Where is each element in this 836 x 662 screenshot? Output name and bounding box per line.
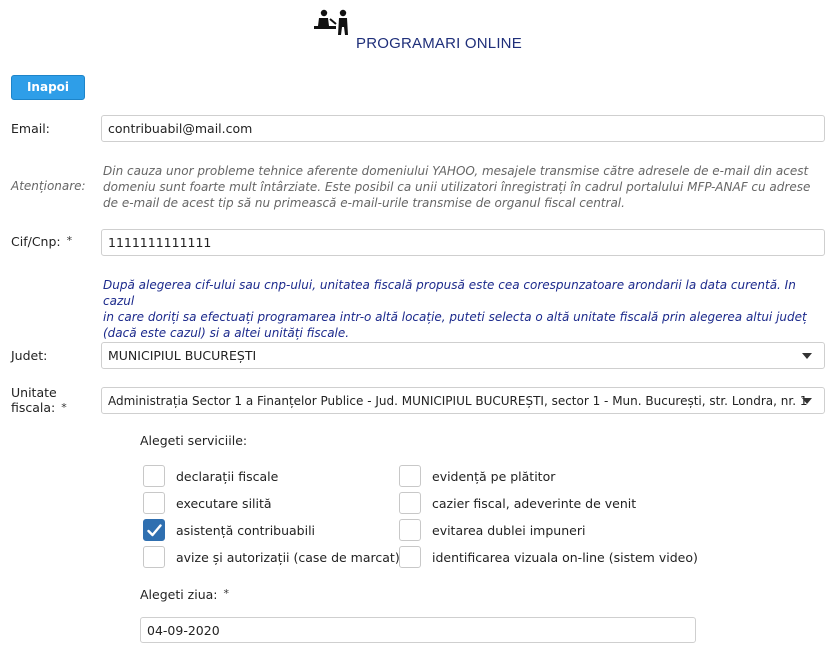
cif-value: 1111111111111 — [108, 235, 212, 250]
checkbox-evitarea-dublei-impuneri[interactable] — [399, 519, 421, 541]
attention-line: de e-mail de acest tip să nu primească e… — [103, 196, 625, 210]
judet-label: Judet: — [11, 348, 48, 363]
checkbox-label: identificarea vizuala on-line (sistem vi… — [432, 550, 698, 565]
unitate-value: Administrația Sector 1 a Finanțelor Publ… — [108, 393, 808, 408]
checkbox-avize-autorizatii[interactable] — [143, 546, 165, 568]
attention-line: Din cauza unor probleme tehnice aferente… — [103, 164, 809, 178]
unitate-label: Unitate fiscala: * — [11, 385, 67, 415]
cif-note: După alegerea cif-ului sau cnp-ului, uni… — [103, 277, 823, 341]
day-label: Alegeti ziua: * — [140, 587, 229, 602]
checkbox-executare-silita[interactable] — [143, 492, 165, 514]
checkbox-cazier-fiscal[interactable] — [399, 492, 421, 514]
two-people-desk-icon — [312, 9, 352, 35]
email-label: Email: — [11, 121, 50, 136]
checkbox-label: asistență contribuabili — [176, 523, 316, 538]
checkbox-label: evidență pe plătitor — [432, 469, 556, 484]
day-label-text: Alegeti ziua: — [140, 587, 218, 602]
cif-label: Cif/Cnp: * — [11, 234, 72, 249]
checkbox-evidenta-platitor[interactable] — [399, 465, 421, 487]
unitate-select[interactable]: Administrația Sector 1 a Finanțelor Publ… — [101, 387, 825, 414]
required-marker: * — [66, 234, 73, 247]
checkbox-declaratii-fiscale[interactable] — [143, 465, 165, 487]
email-field[interactable]: contribuabil@mail.com — [101, 115, 825, 142]
judet-select[interactable]: MUNICIPIUL BUCUREȘTI — [101, 342, 825, 369]
checkbox-label: avize și autorizații (case de marcat) — [176, 550, 400, 565]
chevron-down-icon — [802, 352, 812, 359]
date-value: 04-09-2020 — [147, 622, 220, 638]
attention-text: Din cauza unor probleme tehnice aferente… — [103, 163, 823, 211]
page-title: PROGRAMARI ONLINE — [356, 35, 522, 52]
required-marker: * — [61, 401, 67, 414]
cif-label-text: Cif/Cnp: — [11, 234, 61, 249]
attention-label: Atenționare: — [11, 179, 86, 193]
required-marker: * — [223, 587, 230, 600]
services-heading: Alegeti serviciile: — [140, 433, 248, 448]
cif-note-line: (dacă este cazul) si a altei unități fis… — [103, 326, 350, 340]
checkbox-label: executare silită — [176, 496, 272, 511]
cif-note-line: După alegerea cif-ului sau cnp-ului, uni… — [103, 278, 796, 308]
checkbox-identificare-video[interactable] — [399, 546, 421, 568]
cif-note-line: in care doriți sa efectuați programarea … — [103, 310, 807, 324]
attention-line: domeniu sunt foarte mult întârziate. Est… — [103, 180, 811, 194]
checkbox-label: declarații fiscale — [176, 469, 279, 484]
unitate-label-line: Unitate — [11, 385, 57, 400]
checkbox-asistenta-contribuabili[interactable] — [143, 519, 165, 541]
date-input[interactable]: 04-09-2020 — [140, 617, 696, 643]
cif-input[interactable]: 1111111111111 — [101, 229, 825, 256]
back-button[interactable]: Inapoi — [11, 75, 85, 100]
checkbox-label: evitarea dublei impuneri — [432, 523, 586, 538]
email-value: contribuabil@mail.com — [108, 121, 253, 136]
checkmark-icon — [147, 524, 162, 537]
unitate-label-line: fiscala: — [11, 400, 56, 415]
judet-value: MUNICIPIUL BUCUREȘTI — [108, 348, 257, 363]
chevron-down-icon — [802, 397, 812, 404]
checkbox-label: cazier fiscal, adeverinte de venit — [432, 496, 637, 511]
